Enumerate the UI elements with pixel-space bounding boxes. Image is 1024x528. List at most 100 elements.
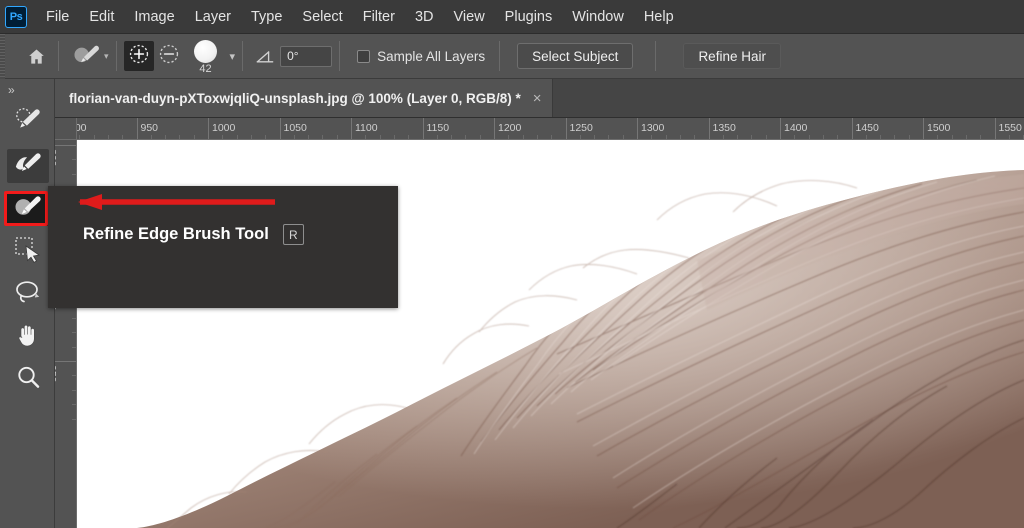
ruler-label: 1150 <box>426 122 450 134</box>
options-bar-grip[interactable] <box>0 33 5 79</box>
ruler-label: 950 <box>140 122 159 134</box>
home-button[interactable] <box>21 41 51 71</box>
ruler-tick <box>55 361 76 362</box>
quick-selection-icon <box>12 106 44 139</box>
refine-edge-brush-icon <box>72 41 102 72</box>
ruler-label: 1250 <box>569 122 593 134</box>
sample-all-layers-row[interactable]: Sample All Layers <box>357 49 485 64</box>
brush-angle-input[interactable]: 0° <box>280 45 333 67</box>
horizontal-ruler[interactable]: 900 950 1000 1050 1100 1150 1200 1250 1300 1350 14… <box>77 118 1024 140</box>
divider-1 <box>58 41 59 71</box>
brush-size-value: 42 <box>199 62 212 75</box>
ruler-minor-tick <box>822 135 824 139</box>
ruler-tick <box>208 118 209 139</box>
tool-hand[interactable] <box>0 316 55 359</box>
ruler-minor-tick <box>837 135 839 139</box>
tool-refine-edge-brush[interactable] <box>0 187 55 230</box>
menu-select[interactable]: Select <box>292 6 352 28</box>
divider-4 <box>339 41 341 71</box>
ruler-minor-tick <box>72 375 76 377</box>
photoshop-logo: Ps <box>5 5 27 28</box>
ruler-minor-tick <box>694 135 696 139</box>
ruler-minor-tick <box>737 135 739 139</box>
ruler-minor-tick <box>751 135 753 139</box>
ruler-minor-tick <box>579 135 581 139</box>
chevron-down-icon: ▾ <box>104 50 109 61</box>
document-tab-bar: florian-van-duyn-pXToxwjqliQ-unsplash.jp… <box>55 79 1024 118</box>
ruler-label: 1350 <box>712 122 736 134</box>
tool-move[interactable] <box>0 230 55 273</box>
document-tab[interactable]: florian-van-duyn-pXToxwjqliQ-unsplash.jp… <box>55 79 553 117</box>
ruler-minor-tick <box>594 135 596 139</box>
options-bar: ▾ 42 ▾ 0° Sample All Layers Select Subje… <box>0 33 1024 79</box>
menu-edit[interactable]: Edit <box>79 6 124 28</box>
menu-layer[interactable]: Layer <box>185 6 241 28</box>
ruler-label: 950 <box>55 365 58 383</box>
refine-hair-button[interactable]: Refine Hair <box>683 43 781 69</box>
ruler-minor-tick <box>1008 135 1010 139</box>
sample-all-layers-checkbox[interactable] <box>357 49 371 63</box>
move-artboard-icon <box>13 235 43 268</box>
ruler-minor-tick <box>479 135 481 139</box>
brush-angle-button[interactable] <box>250 41 280 71</box>
menu-file[interactable]: File <box>36 6 79 28</box>
menu-view[interactable]: View <box>444 6 495 28</box>
ruler-minor-tick <box>508 135 510 139</box>
ruler-minor-tick <box>365 135 367 139</box>
ruler-minor-tick <box>79 135 81 139</box>
tool-lasso[interactable] <box>0 273 55 316</box>
ruler-minor-tick <box>808 135 810 139</box>
ruler-tick <box>422 118 424 139</box>
ruler-tick <box>637 118 638 139</box>
tool-quick-selection[interactable] <box>0 101 55 144</box>
object-selection-brush-icon <box>12 149 44 182</box>
ruler-minor-tick <box>794 135 796 139</box>
brush-size-picker[interactable]: 42 <box>184 34 228 79</box>
tool-object-selection[interactable] <box>0 144 55 187</box>
ruler-minor-tick <box>722 135 724 139</box>
divider-3 <box>242 41 244 71</box>
menu-plugins[interactable]: Plugins <box>495 6 563 28</box>
magnifier-icon <box>14 364 42 397</box>
add-to-selection-button[interactable] <box>123 41 154 71</box>
ruler-corner[interactable] <box>55 118 77 140</box>
brush-picker-chevron-down-icon[interactable]: ▾ <box>230 50 236 63</box>
ruler-minor-tick <box>236 135 238 139</box>
ruler-minor-tick <box>72 159 76 161</box>
menu-window[interactable]: Window <box>562 6 634 28</box>
ruler-minor-tick <box>980 135 982 139</box>
ruler-minor-tick <box>250 135 252 139</box>
menu-image[interactable]: Image <box>124 6 184 28</box>
ruler-tick <box>708 118 710 139</box>
ruler-minor-tick <box>951 135 953 139</box>
tools-panel-expand[interactable]: » <box>0 79 54 101</box>
select-subject-button[interactable]: Select Subject <box>517 43 634 69</box>
brush-tip-preview <box>194 39 218 63</box>
ruler-minor-tick <box>379 135 381 139</box>
ruler-minor-tick <box>72 346 76 348</box>
ruler-minor-tick <box>322 135 324 139</box>
tool-zoom[interactable] <box>0 359 55 402</box>
menu-type[interactable]: Type <box>241 6 292 28</box>
tool-preset-picker[interactable]: ▾ <box>72 41 109 72</box>
ruler-tick <box>851 118 853 139</box>
ruler-minor-tick <box>451 135 453 139</box>
menu-filter[interactable]: Filter <box>353 6 405 28</box>
ruler-label: 1450 <box>855 122 879 134</box>
subtract-from-selection-button[interactable] <box>154 41 184 71</box>
ruler-tick <box>565 118 567 139</box>
ruler-tick <box>780 118 781 139</box>
ruler-minor-tick <box>894 135 896 139</box>
ruler-minor-tick <box>72 173 76 175</box>
home-icon <box>27 47 46 66</box>
ruler-label: 1300 <box>641 122 665 134</box>
menu-3d[interactable]: 3D <box>405 6 444 28</box>
sample-all-layers-label: Sample All Layers <box>377 48 486 64</box>
refine-edge-brush-icon <box>12 192 44 225</box>
ruler-minor-tick <box>72 404 76 406</box>
ruler-minor-tick <box>393 135 395 139</box>
close-icon[interactable]: × <box>533 91 542 106</box>
ruler-minor-tick <box>150 135 152 139</box>
menu-help[interactable]: Help <box>634 6 684 28</box>
ruler-label: 1500 <box>927 122 951 134</box>
